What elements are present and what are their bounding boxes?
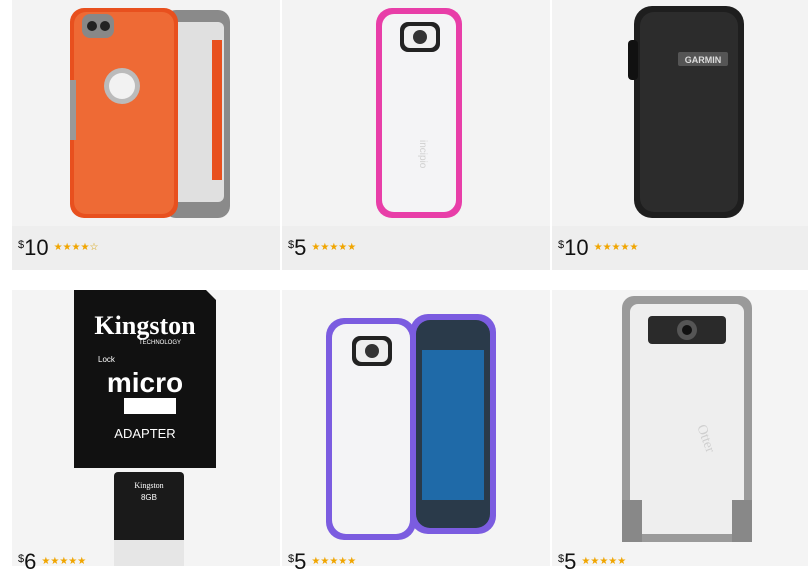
star-icon: ★ [581,556,591,567]
star-icon: ★ [608,556,618,567]
garmin-logo-text: GARMIN [685,55,722,65]
price: $ 10 [558,237,589,259]
star-icon: ★ [329,556,339,567]
product-tile-incipio-pink[interactable]: incipio $ 5 ★ ★ ★ ★ ★ [282,0,550,286]
svg-text:incipio: incipio [417,140,428,169]
price-row: $ 5 ★ ★ ★ ★ ★ [282,226,550,270]
star-icon: ★ [590,556,600,567]
star-icon: ★ [338,556,348,567]
pink-clear-phone-case-icon: incipio [376,8,462,218]
price-row: $ 10 ★ ★ ★ ★ ☆ [12,226,280,270]
product-image[interactable]: incipio [282,0,550,226]
star-icon: ★ [62,242,72,253]
product-tile-incipio-purple[interactable]: $ 5 ★ ★ ★ ★ ★ [282,290,550,576]
kingston-logo-text: Kingston [94,311,196,340]
price: $ 5 [558,551,576,573]
product-image[interactable]: Otter [552,290,808,566]
star-icon: ★ [50,556,60,567]
star-icon: ★ [599,556,609,567]
micro-logo-text: micro [107,367,183,398]
adapter-text: ADAPTER [114,426,175,441]
price: $ 10 [18,237,49,259]
price-amount: 5 [294,549,307,574]
price: $ 6 [18,551,36,573]
star-icon: ★ [320,556,330,567]
star-icon: ★ [53,242,63,253]
card-brand-text: Kingston [134,481,163,490]
star-rating: ★ ★ ★ ★ ☆ [54,243,99,253]
gray-otterbox-case-icon: Otter [622,296,752,542]
orange-phone-case-icon [70,8,230,218]
star-icon: ★ [329,242,339,253]
black-garmin-pouch-icon: GARMIN [628,6,744,218]
price-row: $ 6 ★ ★ ★ ★ ★ [12,542,280,576]
product-tile-otterbox-gray[interactable]: Otter $ 5 ★ ★ ★ ★ ★ [552,290,808,576]
star-icon: ★ [320,242,330,253]
star-half-icon: ★ [77,556,87,567]
star-half-icon: ★ [347,556,357,567]
star-half-icon: ★ [617,556,627,567]
purple-clear-phone-case-icon [326,314,496,540]
price: $ 5 [288,237,306,259]
product-image[interactable]: Kingston TECHNOLOGY Lock micro ADAPTER K… [12,290,280,566]
price: $ 5 [288,551,306,573]
star-icon: ★ [68,556,78,567]
star-icon: ★ [80,242,90,253]
price-amount: 5 [294,235,307,260]
product-grid: $ 10 ★ ★ ★ ★ ☆ incipio $ 5 ★ ★ ★ ★ ★ GAR… [12,0,808,576]
star-half-icon: ★ [629,242,639,253]
star-empty-icon: ☆ [89,242,99,253]
product-image[interactable]: GARMIN [552,0,808,226]
star-icon: ★ [620,242,630,253]
product-image[interactable] [12,0,280,226]
price-row: $ 10 ★ ★ ★ ★ ★ [552,226,808,270]
star-rating: ★ ★ ★ ★ ★ [311,243,356,253]
price-row: $ 5 ★ ★ ★ ★ ★ [552,542,808,576]
star-icon: ★ [311,242,321,253]
star-rating: ★ ★ ★ ★ ★ [311,557,356,567]
star-icon: ★ [338,242,348,253]
price-amount: 6 [24,549,37,574]
star-icon: ★ [611,242,621,253]
tech-text: TECHNOLOGY [139,340,181,346]
kingston-microsd-adapter-icon: Kingston TECHNOLOGY Lock micro ADAPTER K… [74,290,216,566]
price-amount: 5 [564,549,577,574]
price-amount: 10 [564,235,589,260]
product-tile-garmin-pouch[interactable]: GARMIN $ 10 ★ ★ ★ ★ ★ [552,0,808,286]
product-tile-kingston-microsd[interactable]: Kingston TECHNOLOGY Lock micro ADAPTER K… [12,290,280,576]
star-icon: ★ [41,556,51,567]
star-icon: ★ [593,242,603,253]
card-size-text: 8GB [141,493,157,502]
star-icon: ★ [311,556,321,567]
star-half-icon: ★ [347,242,357,253]
product-tile-otterbox-orange[interactable]: $ 10 ★ ★ ★ ★ ☆ [12,0,280,286]
star-icon: ★ [602,242,612,253]
product-image[interactable] [282,290,550,566]
price-amount: 10 [24,235,49,260]
star-icon: ★ [71,242,81,253]
star-icon: ★ [59,556,69,567]
star-rating: ★ ★ ★ ★ ★ [41,557,86,567]
price-row: $ 5 ★ ★ ★ ★ ★ [282,542,550,576]
lock-text: Lock [98,355,116,364]
star-rating: ★ ★ ★ ★ ★ [594,243,639,253]
star-rating: ★ ★ ★ ★ ★ [581,557,626,567]
